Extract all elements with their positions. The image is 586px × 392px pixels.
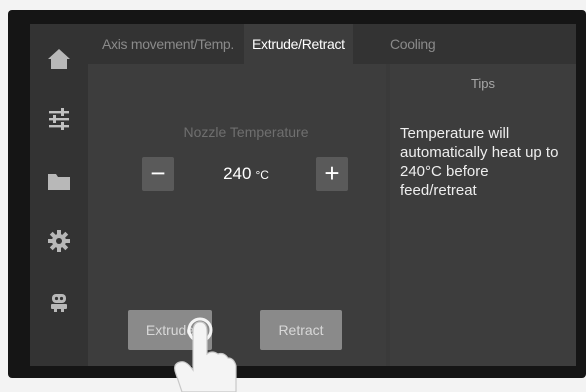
tips-text: Temperature will automatically heat up t… xyxy=(400,125,559,199)
tips-title: Tips xyxy=(470,76,496,91)
sliders-icon[interactable] xyxy=(42,102,76,136)
nozzle-temperature-label: Nozzle Temperature xyxy=(183,124,309,140)
sidebar xyxy=(30,24,88,366)
tab-axis-movement[interactable]: Axis movement/Temp. xyxy=(102,24,234,64)
nozzle-temperature-value: 240 °C xyxy=(186,157,306,191)
tap-hand-icon xyxy=(174,317,237,392)
robot-icon[interactable] xyxy=(42,284,76,318)
tab-cooling[interactable]: Cooling xyxy=(390,24,436,64)
tab-extrude-retract[interactable]: Extrude/Retract xyxy=(244,24,353,64)
folder-icon[interactable] xyxy=(42,164,76,198)
tips-panel: Tips Temperature will automatically heat… xyxy=(390,64,576,366)
temperature-number: 240 xyxy=(223,164,252,183)
gear-icon[interactable] xyxy=(42,224,76,258)
touch-screen: Axis movement/Temp. Extrude/Retract Cool… xyxy=(30,24,576,366)
temperature-unit: °C xyxy=(255,168,269,182)
increase-temp-button[interactable]: + xyxy=(316,157,348,191)
tab-bar: Axis movement/Temp. Extrude/Retract Cool… xyxy=(88,24,576,64)
decrease-temp-button[interactable]: − xyxy=(142,157,174,191)
home-icon[interactable] xyxy=(42,42,76,76)
retract-button[interactable]: Retract xyxy=(260,310,342,350)
